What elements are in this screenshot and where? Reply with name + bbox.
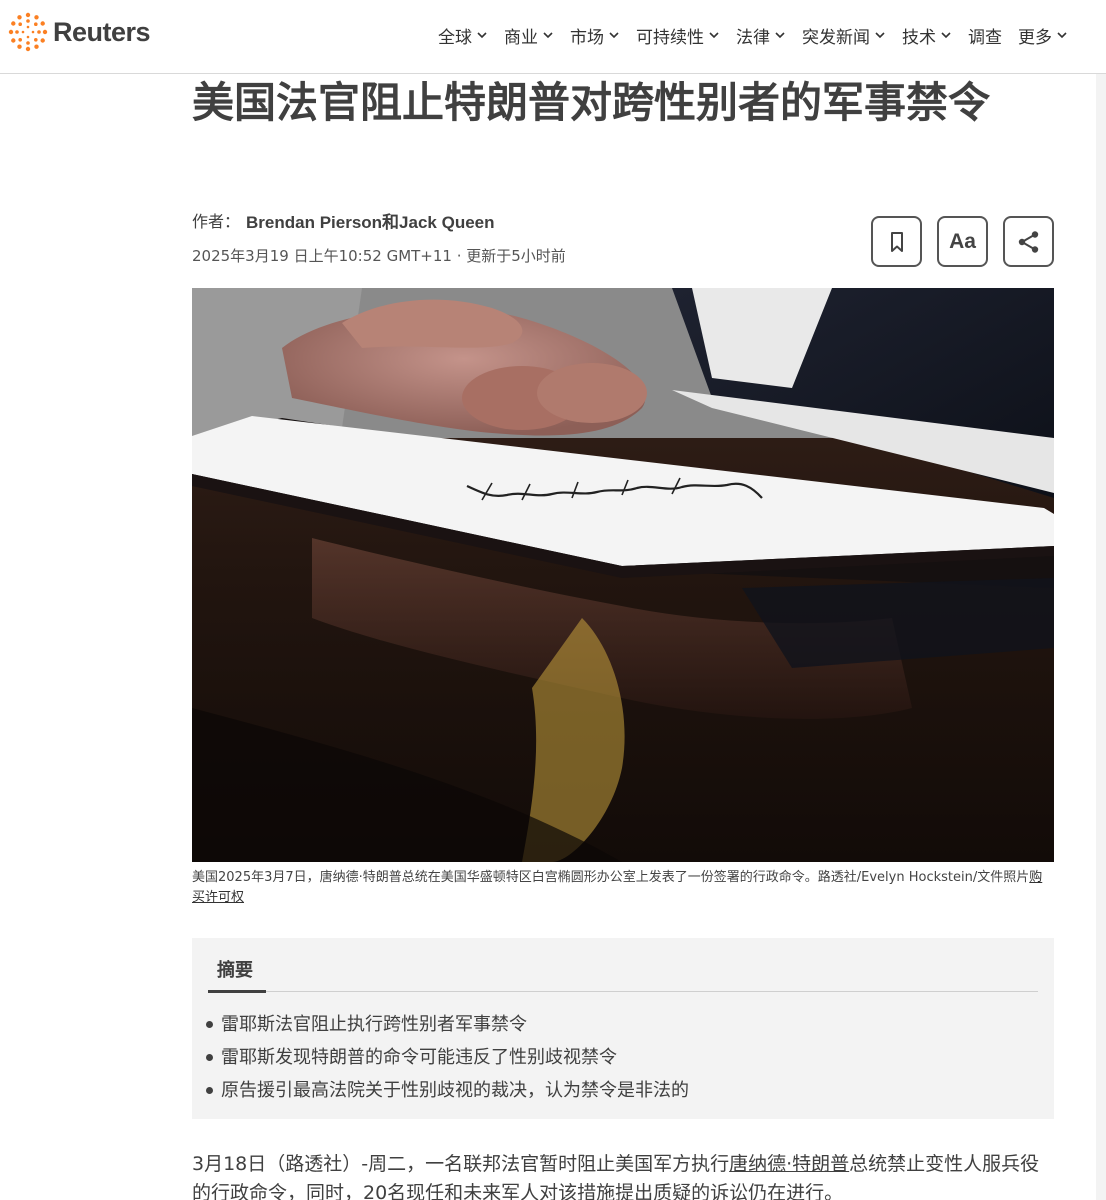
reuters-logo-icon: [8, 12, 48, 52]
article-photo[interactable]: [192, 288, 1054, 862]
chevron-down-icon: [1057, 32, 1067, 39]
font-size-button[interactable]: Aa: [937, 216, 988, 267]
summary-title: 摘要: [217, 960, 253, 981]
summary-item: 雷耶斯发现特朗普的命令可能违反了性别歧视禁令: [206, 1041, 689, 1074]
byline-prefix: 作者：: [192, 212, 241, 231]
summary-title-underline: [208, 990, 266, 993]
nav-label: 突发新闻: [802, 27, 870, 48]
page-scrollbar[interactable]: [1096, 74, 1106, 1200]
chevron-down-icon: [775, 32, 785, 39]
byline-authors[interactable]: Brendan Pierson和Jack Queen: [246, 208, 494, 233]
article-paragraph: 3月18日（路透社）-周二，一名联邦法官暂时阻止美国军方执行唐纳德·特朗普总统禁…: [192, 1150, 1054, 1200]
main-nav: 全球 商业 市场 可持续性 法律 突发新闻 技术 调查 更多: [422, 22, 1068, 48]
brand-name: Reuters: [53, 16, 151, 47]
article-dateline: 2025年3月19 日上午10:52 GMT+11 · 更新于5小时前: [192, 247, 566, 265]
font-size-label: Aa: [949, 229, 976, 253]
trump-link[interactable]: 唐纳德·特朗普: [729, 1153, 849, 1175]
nav-item-markets[interactable]: 市场: [570, 23, 620, 48]
chevron-down-icon: [941, 32, 951, 39]
nav-label: 商业: [504, 27, 538, 48]
share-button[interactable]: [1003, 216, 1054, 267]
nav-item-sustainability[interactable]: 可持续性: [636, 23, 720, 48]
nav-item-business[interactable]: 商业: [504, 23, 554, 48]
nav-item-global[interactable]: 全球: [438, 23, 488, 48]
chevron-down-icon: [709, 32, 719, 39]
share-icon: [1018, 230, 1038, 253]
nav-label: 全球: [438, 27, 472, 48]
chevron-down-icon: [543, 32, 553, 39]
nav-label: 技术: [902, 27, 936, 48]
summary-list: 雷耶斯法官阻止执行跨性别者军事禁令 雷耶斯发现特朗普的命令可能违反了性别歧视禁令…: [206, 1008, 689, 1107]
summary-item: 雷耶斯法官阻止执行跨性别者军事禁令: [206, 1008, 689, 1041]
chevron-down-icon: [875, 32, 885, 39]
nav-item-investigations[interactable]: 调查: [968, 23, 1002, 48]
bullet-icon: [206, 1087, 213, 1094]
photo-illustration: [192, 288, 1054, 862]
nav-item-legal[interactable]: 法律: [736, 23, 786, 48]
caption-text: 美国2025年3月7日，唐纳德·特朗普总统在美国华盛顿特区白宫椭圆形办公室上发表…: [192, 870, 1030, 885]
chevron-down-icon: [609, 32, 619, 39]
bookmark-button[interactable]: [871, 216, 922, 267]
nav-label: 市场: [570, 27, 604, 48]
nav-item-technology[interactable]: 技术: [902, 23, 952, 48]
summary-item-text: 雷耶斯发现特朗普的命令可能违反了性别歧视禁令: [221, 1047, 617, 1068]
nav-item-more[interactable]: 更多: [1018, 23, 1068, 48]
summary-divider: [208, 991, 1038, 992]
site-header: Reuters 全球 商业 市场 可持续性 法律 突发新闻 技术 调查 更多: [0, 0, 1106, 74]
bullet-icon: [206, 1021, 213, 1028]
article-tools: Aa: [871, 216, 1054, 267]
summary-box: 摘要 雷耶斯法官阻止执行跨性别者军事禁令 雷耶斯发现特朗普的命令可能违反了性别歧…: [192, 938, 1054, 1119]
summary-item-text: 原告援引最高法院关于性别歧视的裁决，认为禁令是非法的: [221, 1080, 689, 1101]
reuters-logo[interactable]: Reuters: [8, 12, 151, 52]
paragraph-text: 3月18日（路透社）-周二，一名联邦法官暂时阻止美国军方执行: [192, 1153, 730, 1175]
bookmark-icon: [890, 231, 903, 252]
nav-item-breaking-news[interactable]: 突发新闻: [802, 23, 886, 48]
photo-caption: 美国2025年3月7日，唐纳德·特朗普总统在美国华盛顿特区白宫椭圆形办公室上发表…: [192, 868, 1054, 908]
bullet-icon: [206, 1054, 213, 1061]
summary-item: 原告援引最高法院关于性别歧视的裁决，认为禁令是非法的: [206, 1074, 689, 1107]
chevron-down-icon: [477, 32, 487, 39]
article-title: 美国法官阻止特朗普对跨性别者的军事禁令: [192, 78, 991, 127]
nav-label: 法律: [736, 27, 770, 48]
summary-item-text: 雷耶斯法官阻止执行跨性别者军事禁令: [221, 1014, 527, 1035]
nav-label: 可持续性: [636, 27, 704, 48]
byline: 作者： Brendan Pierson和Jack Queen: [192, 208, 495, 233]
nav-label: 更多: [1018, 27, 1052, 48]
nav-label: 调查: [968, 27, 1002, 48]
